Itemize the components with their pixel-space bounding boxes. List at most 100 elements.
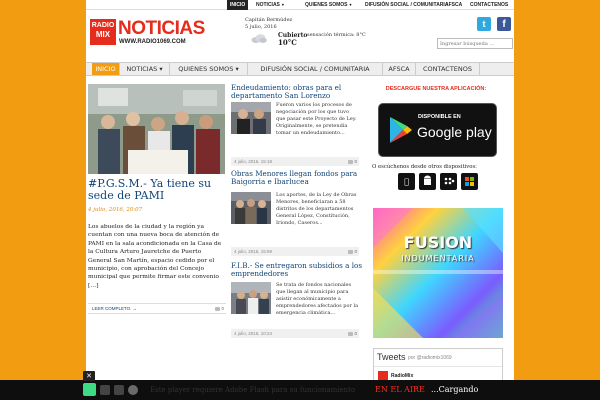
article-date: 4 julio, 2016, 15:18: [234, 159, 273, 164]
article-title[interactable]: F.I.B.- Se entregaron subsidios a los em…: [231, 261, 363, 279]
comment-icon: [348, 249, 354, 254]
article-photo: [231, 192, 271, 224]
featured-date: 4 julio, 2016, 20:07: [88, 207, 143, 213]
blackberry-icon[interactable]: [114, 385, 124, 395]
radio-player-bar: ✕ Este player requiere Adobe Flash para …: [0, 371, 600, 400]
android-icon[interactable]: [83, 383, 96, 396]
main-nav-contactenos[interactable]: CONTACTENOS: [416, 63, 480, 75]
comment-count-value: 0: [354, 159, 357, 164]
featured-title[interactable]: #P.G.S.M.- Ya tiene su sede de PAMI: [88, 178, 226, 202]
facebook-icon[interactable]: f: [497, 17, 511, 31]
top-nav: INICIO NOTICIAS ▾ QUIENES SOMOS ▾ DIFUSIÓN…: [86, 0, 514, 10]
banner-background: [373, 208, 503, 338]
tweets-handle[interactable]: por @radiomix1069: [408, 355, 452, 361]
article-title[interactable]: Obras Menores llegan fondos para Baigorr…: [231, 169, 363, 187]
tweet-user-name[interactable]: RadioMix: [391, 373, 413, 379]
article-footer: 4 julio, 2016, 10:24 0: [231, 329, 359, 338]
top-nav-inicio[interactable]: INICIO: [227, 0, 249, 10]
comment-icon: [348, 159, 354, 164]
top-nav-difusion[interactable]: DIFUSIÓN SOCIAL / COMUNITARIA: [362, 0, 451, 10]
article-excerpt: Se trata de fondos nacionales que llegan…: [276, 282, 359, 316]
article-excerpt: Fueron varios los procesos de negociació…: [276, 102, 357, 136]
logo-title: NOTICIAS: [118, 18, 205, 39]
chevron-down-icon: ▾: [281, 2, 284, 7]
logo-url: WWW.RADIO1069.COM: [119, 39, 186, 45]
google-play-icon: [390, 117, 412, 143]
site-logo[interactable]: RADIO MIX NOTICIAS WWW.RADIO1069.COM: [90, 18, 210, 45]
main-nav-afsca[interactable]: AFSCA: [383, 63, 416, 75]
comment-count-value: 0: [354, 331, 357, 336]
comment-count[interactable]: 0: [348, 157, 357, 166]
fusion-banner[interactable]: FUSION INDUMENTARIA: [373, 208, 503, 338]
apple-icon[interactable]: : [398, 173, 415, 190]
article-title[interactable]: Endeudamiento: obras para el departament…: [231, 83, 363, 101]
tweets-title: Tweets: [377, 352, 406, 362]
top-nav-contactenos[interactable]: CONTACTENOS: [467, 0, 511, 10]
weather-date: 5 julio, 2016: [245, 24, 277, 30]
search-input[interactable]: [437, 38, 513, 49]
top-nav-quienes-label: QUIENES SOMOS: [305, 2, 348, 8]
comment-count-value: 0: [221, 306, 224, 311]
page-wrapper: INICIO NOTICIAS ▾ QUIENES SOMOS ▾ DIFUSIÓN…: [86, 0, 514, 400]
article-thumbnail[interactable]: [231, 102, 271, 134]
main-nav-quienes-somos[interactable]: QUIENES SOMOS ▾: [170, 63, 248, 75]
divider: [374, 366, 502, 367]
article-date: 4 julio, 2016, 10:24: [234, 331, 273, 336]
article-footer: 4 julio, 2016, 15:18 0: [231, 157, 359, 166]
read-more-link[interactable]: LEER COMPLETO. →: [92, 304, 137, 314]
banner-title: FUSION: [403, 233, 473, 252]
top-nav-afsca[interactable]: AFSCA: [442, 0, 465, 10]
weather-city: Capitán Bermúdez: [245, 17, 293, 23]
android-robot-icon: [424, 175, 431, 185]
chevron-down-icon: ▾: [349, 2, 352, 7]
android-icon[interactable]: [419, 173, 436, 190]
windows-icon[interactable]: [461, 173, 478, 190]
windows-flag-icon: [465, 177, 474, 186]
google-play-label: Google play: [417, 124, 492, 140]
close-icon[interactable]: ✕: [83, 371, 95, 381]
app-download-title: DESCARGUE NUESTRA APLICACIÓN:: [385, 86, 487, 92]
player-message: Este player requiere Adobe Flash para su…: [150, 386, 356, 394]
featured-image[interactable]: [88, 84, 225, 174]
twitter-icon[interactable]: t: [477, 17, 491, 31]
logo-badge: RADIO MIX: [90, 19, 116, 45]
loading-label: ...Cargando: [431, 385, 479, 394]
article-thumbnail[interactable]: [231, 282, 271, 314]
google-play-small-label: DISPONIBLE EN: [418, 114, 461, 120]
article-thumbnail[interactable]: [231, 192, 271, 224]
comment-count-value: 0: [354, 249, 357, 254]
top-nav-noticias[interactable]: NOTICIAS ▾: [253, 0, 287, 10]
banner-subtitle: INDUMENTARIA: [401, 254, 475, 263]
article-photo: [231, 102, 271, 134]
main-nav-difusion[interactable]: DIFUSIÓN SOCIAL / COMUNITARIA: [248, 63, 383, 75]
cloud-icon: [251, 34, 267, 43]
comment-icon: [348, 331, 354, 336]
blackberry-icon[interactable]: [440, 173, 457, 190]
article-photo: [231, 282, 271, 314]
featured-excerpt: Los abuelos de la ciudad y la región ya …: [88, 224, 222, 289]
weather-widget: Capitán Bermúdez 5 julio, 2016 Cubierto …: [245, 17, 385, 49]
top-nav-quienes-somos[interactable]: QUIENES SOMOS ▾: [302, 0, 355, 10]
top-nav-noticias-label: NOTICIAS: [256, 2, 280, 8]
weather-sensation: sensación térmica: 8°C: [307, 32, 366, 38]
comment-icon: [215, 306, 221, 311]
blackberry-dots-icon: [444, 177, 455, 185]
apple-icon[interactable]: [100, 385, 110, 395]
main-nav-noticias[interactable]: NOTICIAS ▾: [120, 63, 170, 75]
weather-temperature: 10°C: [278, 38, 297, 47]
featured-photo: [88, 84, 225, 174]
comment-count[interactable]: 0: [348, 247, 357, 256]
logo-badge-line1: RADIO: [91, 22, 115, 29]
on-air-label: EN EL AIRE: [375, 385, 425, 394]
article-footer: 4 julio, 2016, 15:59 0: [231, 247, 359, 256]
play-icon[interactable]: [128, 385, 138, 395]
article-excerpt: Los aportes, de la Ley de Obras Menores,…: [276, 192, 357, 226]
google-play-button[interactable]: DISPONIBLE EN Google play: [378, 103, 497, 157]
main-nav: INICIO NOTICIAS ▾ QUIENES SOMOS ▾ DIFUSI…: [86, 62, 514, 76]
main-nav-inicio[interactable]: INICIO: [92, 63, 120, 75]
featured-footer: LEER COMPLETO. → 0: [88, 303, 226, 314]
other-devices-text: O escúchenos desde otros dispositivos:: [372, 164, 477, 170]
comment-count[interactable]: 0: [215, 304, 224, 314]
logo-badge-line2: MIX: [95, 30, 111, 39]
comment-count[interactable]: 0: [348, 329, 357, 338]
